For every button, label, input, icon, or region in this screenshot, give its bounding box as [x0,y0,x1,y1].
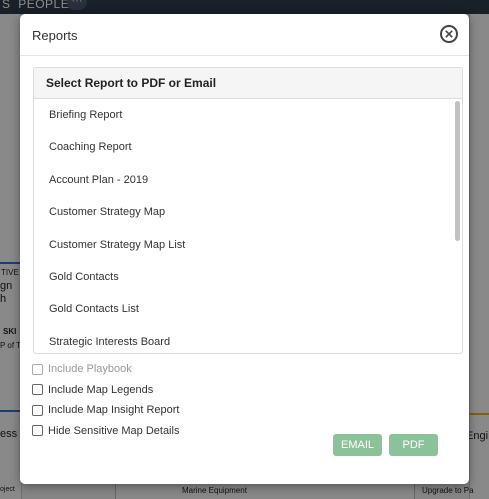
report-options: Include Playbook Include Map Legends Inc… [32,359,179,441]
report-item[interactable]: Customer Strategy Map [34,196,462,228]
option-hide-sensitive-map-details[interactable]: Hide Sensitive Map Details [32,421,179,442]
checkbox[interactable] [32,425,43,437]
report-item[interactable]: Account Plan - 2019 [34,164,462,196]
divider [20,55,469,56]
report-list[interactable]: Briefing Report Coaching Report Account … [34,99,462,353]
report-item[interactable]: Strategic Interests Board [34,326,462,353]
close-icon[interactable] [440,25,458,43]
report-item[interactable]: Customer Strategy Map List [34,229,462,261]
checkbox [32,363,43,375]
scrollbar[interactable] [455,101,461,351]
option-label: Include Map Insight Report [48,404,180,417]
checkbox[interactable] [32,384,43,396]
checkbox[interactable] [32,404,43,416]
option-label: Hide Sensitive Map Details [48,424,180,437]
report-item[interactable]: Gold Contacts [34,261,462,293]
modal-title: Reports [32,28,78,43]
report-item[interactable]: Gold Contacts List [34,293,462,325]
option-include-map-legends[interactable]: Include Map Legends [32,380,179,401]
report-item[interactable]: Briefing Report [34,99,462,131]
option-label: Include Map Legends [48,383,154,396]
option-label: Include Playbook [48,363,132,376]
scroll-thumb[interactable] [455,101,460,241]
reports-modal: Reports Select Report to PDF or Email Br… [20,14,469,484]
pdf-button[interactable]: PDF [389,434,438,456]
option-include-map-insight-report[interactable]: Include Map Insight Report [32,400,179,421]
report-list-header: Select Report to PDF or Email [34,68,462,99]
report-item[interactable]: Coaching Report [34,131,462,163]
email-button[interactable]: EMAIL [333,434,382,456]
option-include-playbook: Include Playbook [32,359,179,380]
report-list-box: Select Report to PDF or Email Briefing R… [33,67,463,354]
